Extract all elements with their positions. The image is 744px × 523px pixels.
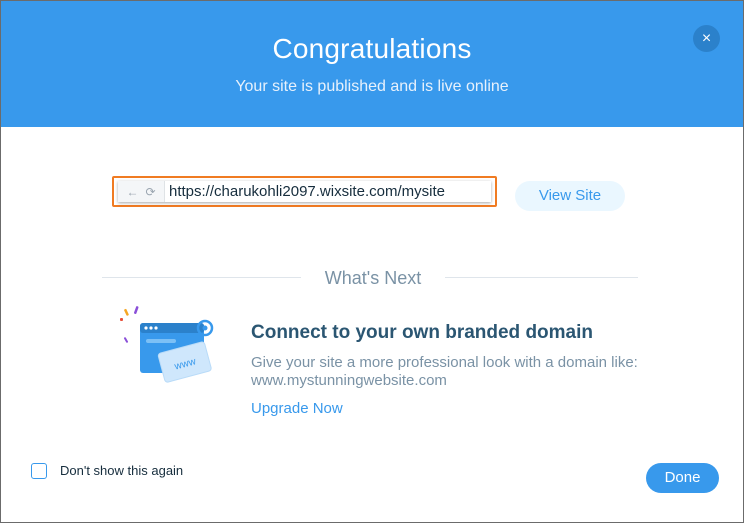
- promo-title: Connect to your own branded domain: [251, 322, 593, 343]
- url-highlight-box: ← ⟳ https://charukohli2097.wixsite.com/m…: [112, 176, 497, 207]
- whats-next-heading: What's Next: [324, 268, 422, 288]
- site-url-text[interactable]: https://charukohli2097.wixsite.com/mysit…: [165, 183, 445, 200]
- dialog-header: Congratulations Your site is published a…: [1, 1, 743, 127]
- site-url-bar[interactable]: ← ⟳ https://charukohli2097.wixsite.com/m…: [118, 181, 491, 202]
- dialog-subtitle: Your site is published and is live onlin…: [235, 78, 509, 95]
- dont-show-again-label[interactable]: Don't show this again: [60, 463, 183, 478]
- view-site-button[interactable]: View Site: [515, 181, 625, 211]
- browser-www-icon: www: [120, 306, 214, 383]
- promo-description: Give your site a more professional look …: [251, 354, 638, 389]
- domain-illustration: www: [113, 301, 223, 401]
- publish-success-dialog: Congratulations Your site is published a…: [0, 0, 744, 523]
- back-arrow-icon: ←: [126, 184, 139, 199]
- close-button[interactable]: ×: [693, 25, 720, 52]
- divider-left: [102, 277, 301, 278]
- dialog-title: Congratulations: [272, 33, 472, 64]
- divider-right: [445, 277, 638, 278]
- done-button[interactable]: Done: [646, 463, 719, 493]
- browser-nav-controls: ← ⟳: [118, 181, 165, 202]
- upgrade-now-link[interactable]: Upgrade Now: [251, 400, 343, 417]
- close-icon: ×: [701, 30, 712, 47]
- reload-icon: ⟳: [145, 184, 156, 199]
- dont-show-again-checkbox[interactable]: [31, 463, 47, 479]
